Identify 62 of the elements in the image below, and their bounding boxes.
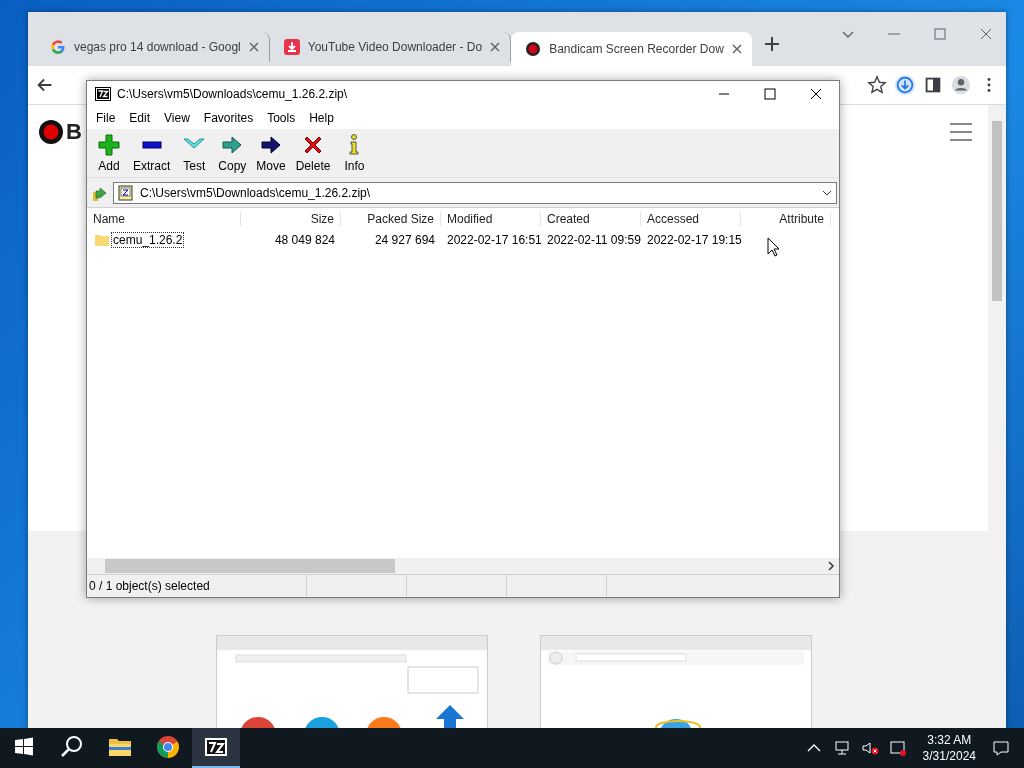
window-title: C:\Users\vm5\Downloads\cemu_1.26.2.zip\	[117, 87, 348, 101]
menu-item[interactable]: View	[157, 109, 197, 127]
folder-icon	[95, 233, 109, 247]
taskbar-button[interactable]	[192, 728, 240, 768]
status-text: 0 / 1 object(s) selected	[89, 579, 210, 593]
column-header[interactable]: Size	[241, 212, 341, 226]
cursor-icon	[767, 237, 781, 257]
column-header[interactable]: Attribute	[741, 212, 831, 226]
download-icon[interactable]	[894, 74, 916, 96]
toolbar-button[interactable]: Delete	[291, 131, 335, 175]
browser-tab[interactable]: YouTube Video Downloader - Do	[269, 32, 512, 62]
packed-size-cell-text: 24 927 694	[373, 233, 436, 247]
scrollbar-thumb[interactable]	[105, 559, 395, 573]
menu-item[interactable]: Tools	[260, 109, 303, 127]
toolbar-button[interactable]: Test	[176, 131, 213, 175]
toolbar-button[interactable]: Add	[91, 131, 127, 175]
column-header[interactable]: Modified	[441, 212, 541, 226]
created-cell-text: 2022-02-11 09:59	[546, 233, 641, 247]
archive-file-icon	[118, 185, 134, 201]
close-icon[interactable]	[490, 42, 501, 52]
toolbar-button[interactable]: Info	[336, 131, 373, 175]
folder-up-icon[interactable]	[91, 184, 109, 202]
close-icon[interactable]	[248, 42, 259, 52]
menu-item[interactable]: File	[89, 109, 123, 127]
notification-icon[interactable]	[992, 739, 1010, 757]
toolbar-button[interactable]: Extract	[129, 131, 175, 175]
browser-tab[interactable]: Bandicam Screen Recorder Dow	[511, 32, 752, 66]
address-field[interactable]: C:\Users\vm5\Downloads\cemu_1.26.2.zip\	[113, 182, 837, 204]
column-header[interactable]: Accessed	[641, 212, 741, 226]
file-name[interactable]: cemu_1.26.2	[111, 232, 185, 248]
archive-app-icon[interactable]	[204, 735, 228, 759]
column-header[interactable]: Packed Size	[341, 212, 441, 226]
toolbar-button[interactable]: Move	[252, 131, 290, 175]
star-icon[interactable]	[866, 74, 888, 96]
size-cell-text: 48 049 824	[273, 233, 336, 247]
download-icon	[283, 39, 300, 55]
menu-item[interactable]: Favorites	[196, 109, 261, 127]
logo-text: B	[66, 119, 82, 145]
accessed-cell-text: 2022-02-17 19:15	[646, 233, 741, 247]
record-icon	[38, 119, 64, 145]
chrome-icon[interactable]	[156, 735, 180, 759]
add-icon	[97, 133, 121, 157]
search-icon[interactable]	[60, 735, 84, 759]
dropdown-icon[interactable]	[822, 188, 832, 198]
column-header[interactable]: Name	[87, 212, 241, 226]
display-icon[interactable]	[888, 739, 907, 757]
record-icon	[525, 41, 542, 57]
google-icon	[50, 39, 66, 55]
volume-muted-icon[interactable]	[860, 739, 879, 757]
column-header[interactable]: Created	[541, 212, 641, 226]
menu-item[interactable]: Help	[302, 109, 341, 127]
browser-tab[interactable]: vegas pro 14 download - Googl	[36, 32, 270, 62]
close-icon[interactable]	[731, 44, 742, 54]
menu-icon[interactable]	[948, 121, 974, 143]
clock[interactable]: 3:32 AM 3/31/2024	[916, 732, 982, 764]
network-icon[interactable]	[832, 739, 851, 757]
scrollbar[interactable]	[988, 105, 1006, 728]
menu-item[interactable]: Edit	[122, 109, 158, 127]
archive-app-icon	[95, 87, 111, 101]
profile-icon[interactable]	[950, 74, 972, 96]
toolbar-button[interactable]: Copy	[214, 131, 251, 175]
modified-cell-text: 2022-02-17 16:51	[446, 233, 541, 247]
